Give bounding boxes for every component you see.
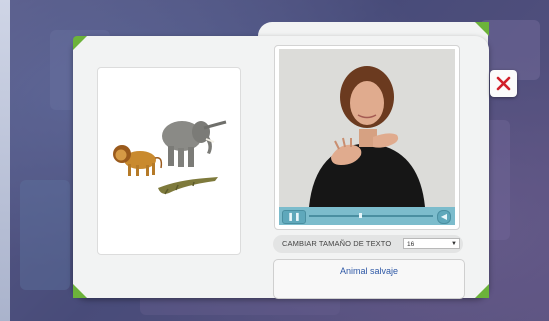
caption-text: Animal salvaje — [339, 266, 399, 276]
text-size-row: CAMBIAR TAMAÑO DE TEXTO 16 ▼ — [273, 235, 463, 253]
video-frame-image — [279, 49, 455, 207]
animal-image-panel — [97, 67, 241, 255]
volume-icon: ◀ — [440, 212, 448, 221]
seek-handle[interactable] — [358, 213, 362, 218]
caption-box: Animal salvaje — [273, 259, 465, 299]
lion-illustration — [113, 145, 163, 176]
play-icon: ❚❚ — [287, 212, 301, 221]
text-size-select[interactable]: 16 ▼ — [403, 238, 460, 249]
play-pause-button[interactable]: ❚❚ — [282, 210, 306, 224]
close-button[interactable] — [490, 70, 517, 97]
sign-card-modal: ❚❚ ◀ CAMBIAR TAMAÑO DE TEXTO 16 ▼ Animal… — [73, 22, 489, 299]
close-icon — [496, 76, 511, 91]
video-player[interactable]: ❚❚ ◀ — [274, 45, 460, 230]
crocodile-illustration — [158, 177, 218, 195]
sign-language-video[interactable] — [279, 49, 455, 207]
seek-bar[interactable] — [309, 213, 433, 218]
text-size-label: CAMBIAR TAMAÑO DE TEXTO — [282, 239, 392, 248]
text-size-value: 16 — [407, 241, 415, 248]
volume-button[interactable]: ◀ — [437, 210, 451, 224]
chevron-down-icon: ▼ — [451, 241, 457, 247]
video-controls: ❚❚ ◀ — [279, 207, 455, 225]
wild-animals-illustration — [113, 120, 227, 195]
left-edge-strip — [0, 0, 10, 321]
elephant-illustration — [162, 120, 227, 167]
